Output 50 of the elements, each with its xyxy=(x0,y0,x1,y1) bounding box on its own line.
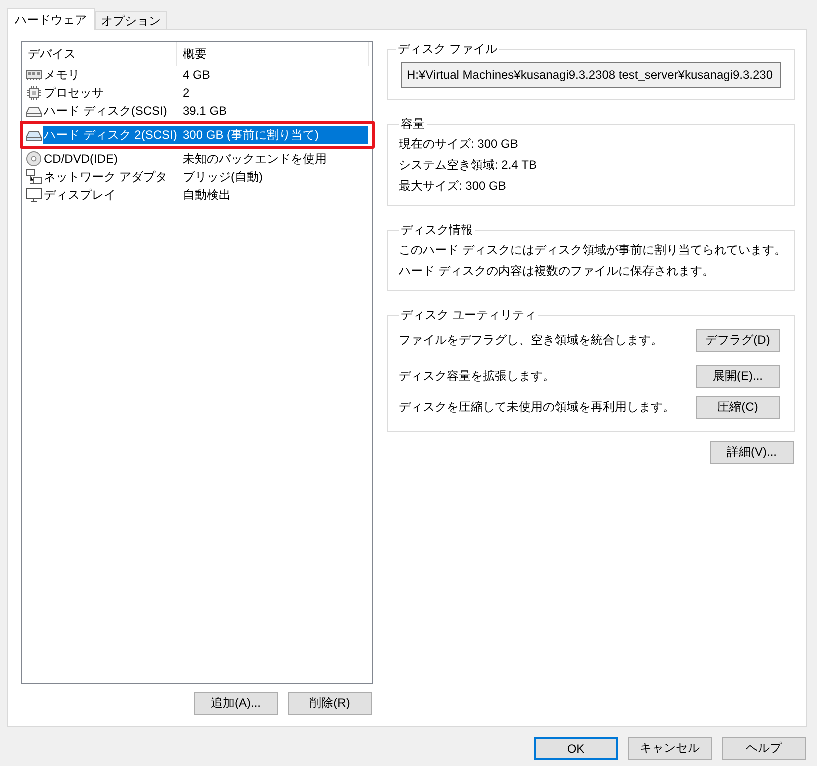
device-summary: 300 GB (事前に割り当て) xyxy=(183,127,320,144)
device-name: ハード ディスク(SCSI) xyxy=(43,103,168,120)
group-title: ディスク情報 xyxy=(400,222,474,238)
device-summary: 自動検出 xyxy=(183,187,231,204)
utility-button[interactable]: 圧縮(C) xyxy=(696,396,780,419)
utility-button[interactable]: デフラグ(D) xyxy=(696,329,780,352)
dialog-button[interactable]: OK xyxy=(534,737,618,760)
dialog-button[interactable]: ヘルプ xyxy=(722,737,806,760)
group-title: ディスク ファイル xyxy=(397,41,498,57)
device-list-item[interactable]: ハード ディスク(SCSI) 39.1 GB xyxy=(43,102,368,120)
utility-description: ディスクを圧縮して未使用の領域を再利用します。 xyxy=(399,399,675,416)
device-name: プロセッサ xyxy=(43,85,105,102)
dialog-button[interactable]: キャンセル xyxy=(628,737,712,760)
device-list-item[interactable]: ネットワーク アダプタ ブリッジ(自動) xyxy=(43,168,368,186)
device-summary: 4 GB xyxy=(183,67,210,84)
capacity-text: 最大サイズ: 300 GB xyxy=(399,178,508,195)
list-button[interactable]: 追加(A)... xyxy=(194,692,278,715)
device-name: ディスプレイ xyxy=(43,187,117,204)
advanced-button[interactable]: 詳細(V)... xyxy=(710,441,794,464)
device-summary: 未知のバックエンドを使用 xyxy=(183,151,327,168)
tab[interactable]: ハードウェア xyxy=(7,8,95,30)
device-summary: 39.1 GB xyxy=(183,103,228,120)
device-name: ネットワーク アダプタ xyxy=(43,169,168,186)
list-button[interactable]: 削除(R) xyxy=(288,692,372,715)
device-list-item[interactable]: メモリ 4 GB xyxy=(43,66,368,84)
utility-description: ディスク容量を拡張します。 xyxy=(399,368,555,385)
file-path-field[interactable]: H:¥Virtual Machines¥kusanagi9.3.2308 test_server¥kusanagi9.3.230 xyxy=(401,62,781,88)
tab[interactable]: オプション xyxy=(95,11,167,29)
utility-button[interactable]: 展開(E)... xyxy=(696,365,780,388)
utility-description: ファイルをデフラグし、空き領域を統合します。 xyxy=(399,332,663,349)
device-name: メモリ xyxy=(43,67,81,84)
monitor-icon xyxy=(26,187,42,203)
disc-icon xyxy=(26,151,42,167)
disk-info-text: ハード ディスクの内容は複数のファイルに保存されます。 xyxy=(399,263,716,280)
device-summary: 2 xyxy=(183,85,190,102)
group-title: ディスク ユーティリティ xyxy=(400,307,538,323)
chip-icon xyxy=(26,85,42,101)
device-list-item[interactable]: CD/DVD(IDE) 未知のバックエンドを使用 xyxy=(43,150,368,168)
device-name: CD/DVD(IDE) xyxy=(43,151,119,168)
network-icon xyxy=(26,169,42,185)
device-list-item[interactable]: プロセッサ 2 xyxy=(43,84,368,102)
disk-info-text: このハード ディスクにはディスク領域が事前に割り当てられています。 xyxy=(399,242,786,259)
capacity-text: システム空き領域: 2.4 TB xyxy=(399,157,538,174)
group-title: 容量 xyxy=(400,116,426,132)
device-summary: ブリッジ(自動) xyxy=(183,169,263,186)
capacity-text: 現在のサイズ: 300 GB xyxy=(399,136,520,153)
device-list-item[interactable]: ハード ディスク 2(SCSI) 300 GB (事前に割り当て) xyxy=(43,126,368,144)
memory-icon xyxy=(26,67,42,83)
device-list-item[interactable]: ディスプレイ 自動検出 xyxy=(43,186,368,204)
device-name: ハード ディスク 2(SCSI) xyxy=(43,127,178,144)
